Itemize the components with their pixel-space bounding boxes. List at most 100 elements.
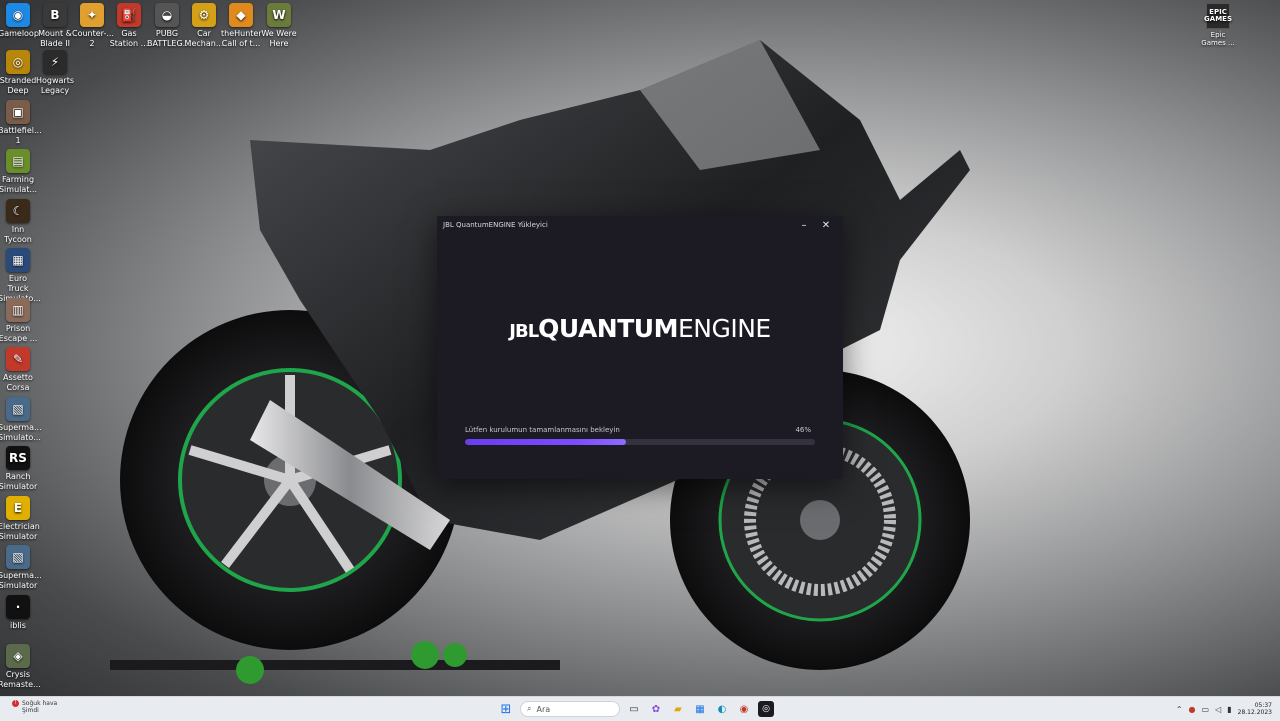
crysis-icon: ◈ <box>6 644 30 668</box>
weather-alert-icon: ! <box>12 700 19 707</box>
desktop-icon[interactable]: ◉ Gameloop <box>0 3 39 39</box>
edge-icon[interactable]: ◐ <box>714 701 730 717</box>
file-explorer-icon[interactable]: ▰ <box>670 701 686 717</box>
progress-status-text: Lütfen kurulumun tamamlanmasını bekleyin <box>465 426 620 434</box>
taskbar-apps: ⊞ ⌕ Ara ▭ ✿ ▰ ▦ ◐ ◉ ◎ <box>498 697 774 721</box>
weather-subtext: Şimdi <box>22 707 39 714</box>
logo-quantum: QUANTUM <box>538 314 678 343</box>
taskbar: ! Soğuk hava Şimdi ⊞ ⌕ Ara ▭ ✿ ▰ ▦ ◐ ◉ ◎… <box>0 696 1280 721</box>
search-placeholder: Ara <box>536 704 551 714</box>
installer-window[interactable]: JBL QuantumENGINE Yükleyici – ✕ JBLQUANT… <box>437 216 843 479</box>
desktop-icon-label: Electrician Simulator <box>0 522 40 541</box>
desktop-icon-label: theHunter Call of t... <box>221 29 262 48</box>
install-progress: Lütfen kurulumun tamamlanmasını bekleyin… <box>465 426 815 445</box>
desktop-icon-label: Farming Simulat... <box>0 175 38 194</box>
desktop-icon-label: Prison Escape ... <box>0 324 38 343</box>
desktop-icon[interactable]: ⚙ Car Mechan... <box>184 3 224 49</box>
desktop-icon-label: Inn Tycoon <box>4 225 32 244</box>
tray-app-icon[interactable]: ● <box>1189 705 1196 714</box>
mount-blade-icon: B <box>43 3 67 27</box>
desktop-icon[interactable]: RS Ranch Simulator <box>0 446 38 492</box>
weather-widget[interactable]: ! Soğuk hava Şimdi <box>12 700 57 714</box>
desktop-icon[interactable]: E Electrician Simulator <box>0 496 40 542</box>
desktop-icon-label: Superma... Simulato... <box>0 423 42 442</box>
logo-jbl: JBL <box>509 321 539 342</box>
desktop-icon-epic-games[interactable]: EPIC GAMES Epic Games ... <box>1200 3 1236 47</box>
search-icon: ⌕ <box>527 704 532 713</box>
desktop-icon[interactable]: ⛽ Gas Station ... <box>109 3 149 49</box>
epic-games-icon: EPIC GAMES <box>1204 3 1232 29</box>
we-were-here-icon: W <box>267 3 291 27</box>
desktop-icon[interactable]: W We Were Here <box>259 3 299 49</box>
game-launcher-icon[interactable]: ◉ <box>736 701 752 717</box>
desktop-icon[interactable]: ◆ theHunter Call of t... <box>221 3 262 49</box>
volume-icon[interactable]: ◁ <box>1215 705 1221 714</box>
euro-truck-icon: ▦ <box>6 248 30 272</box>
battery-icon[interactable]: ▮ <box>1227 705 1231 714</box>
desktop-icon[interactable]: ▧ Superma... Simulato... <box>0 397 42 443</box>
gameloop-icon: ◉ <box>6 3 30 27</box>
progress-fill <box>465 439 626 445</box>
hogwarts-icon: ⚡ <box>43 50 67 74</box>
stranded-deep-icon: ◎ <box>6 50 30 74</box>
desktop-icon-label: Epic Games ... <box>1201 31 1235 47</box>
thehunter-icon: ◆ <box>229 3 253 27</box>
desktop-icon[interactable]: ◎ Stranded Deep <box>0 50 38 96</box>
battlefield-icon: ▣ <box>6 100 30 124</box>
prison-escape-icon: ▥ <box>6 298 30 322</box>
minimize-button[interactable]: – <box>793 220 815 231</box>
window-title: JBL QuantumENGINE Yükleyici <box>443 221 548 229</box>
desktop-icon-label: Superma... Simulator <box>0 571 42 590</box>
network-icon[interactable]: ▭ <box>1202 705 1210 714</box>
desktop-icon-label: Stranded Deep <box>0 76 37 95</box>
progress-track <box>465 439 815 445</box>
desktop-icon-label: Battlefiel... 1 <box>0 126 42 145</box>
task-view-icon[interactable]: ▭ <box>626 701 642 717</box>
desktop-icon-label: iblis <box>10 621 26 630</box>
desktop-icon[interactable]: ▣ Battlefiel... 1 <box>0 100 42 146</box>
assetto-corsa-icon: ✎ <box>6 347 30 371</box>
car-mechanic-icon: ⚙ <box>192 3 216 27</box>
jbl-quantumengine-logo: JBLQUANTUMENGINE <box>437 314 843 343</box>
chevron-up-icon[interactable]: ⌃ <box>1176 705 1183 714</box>
desktop-icon-label: PUBG BATTLEG... <box>147 29 191 48</box>
desktop-icon[interactable]: ◈ Crysis Remaste... <box>0 644 41 690</box>
desktop-icon[interactable]: ▧ Superma... Simulator <box>0 545 42 591</box>
jbl-installer-taskbar-icon[interactable]: ◎ <box>758 701 774 717</box>
close-button[interactable]: ✕ <box>815 220 837 231</box>
progress-percent: 46% <box>795 426 811 434</box>
logo-engine: ENGINE <box>677 314 771 343</box>
iblis-icon: · <box>6 595 30 619</box>
desktop-icon-label: We Were Here <box>261 29 297 48</box>
installer-titlebar[interactable]: JBL QuantumENGINE Yükleyici – ✕ <box>437 216 843 234</box>
desktop-icon-label: Counter-... 2 <box>72 29 114 48</box>
desktop-icon[interactable]: ▥ Prison Escape ... <box>0 298 38 344</box>
desktop-icon[interactable]: ✦ Counter-... 2 <box>72 3 114 49</box>
pubg-icon: ◒ <box>155 3 179 27</box>
clock-time: 05:37 <box>1254 702 1272 709</box>
copilot-icon[interactable]: ✿ <box>648 701 664 717</box>
system-tray: ⌃ ● ▭ ◁ ▮ 05:37 28.12.2023 <box>1176 697 1272 721</box>
supermarket-sim-icon: ▧ <box>6 397 30 421</box>
electrician-icon: E <box>6 496 30 520</box>
desktop-icon-label: Gameloop <box>0 29 39 38</box>
desktop-icon[interactable]: ▦Euro Truck Simulato... <box>0 248 41 304</box>
gas-station-icon: ⛽ <box>117 3 141 27</box>
counter-strike-icon: ✦ <box>80 3 104 27</box>
search-box[interactable]: ⌕ Ara <box>520 701 620 717</box>
supermarket-sim2-icon: ▧ <box>6 545 30 569</box>
desktop-icon[interactable]: ⚡ Hogwarts Legacy <box>35 50 75 96</box>
start-button[interactable]: ⊞ <box>498 701 514 717</box>
desktop-icon-label: Gas Station ... <box>109 29 149 48</box>
desktop-icon[interactable]: ◒ PUBG BATTLEG... <box>147 3 191 49</box>
desktop-icon[interactable]: ☾ Inn Tycoon <box>0 199 38 245</box>
clock[interactable]: 05:37 28.12.2023 <box>1238 702 1272 716</box>
desktop-icon[interactable]: ✎ Assetto Corsa <box>0 347 38 393</box>
desktop-icon[interactable]: ▤ Farming Simulat... <box>0 149 38 195</box>
farming-simulator-icon: ▤ <box>6 149 30 173</box>
microsoft-store-icon[interactable]: ▦ <box>692 701 708 717</box>
weather-text: Soğuk hava <box>22 700 58 707</box>
ranch-simulator-icon: RS <box>6 446 30 470</box>
desktop-icon[interactable]: · iblis <box>0 595 38 631</box>
desktop-icon-label: Car Mechan... <box>184 29 224 48</box>
